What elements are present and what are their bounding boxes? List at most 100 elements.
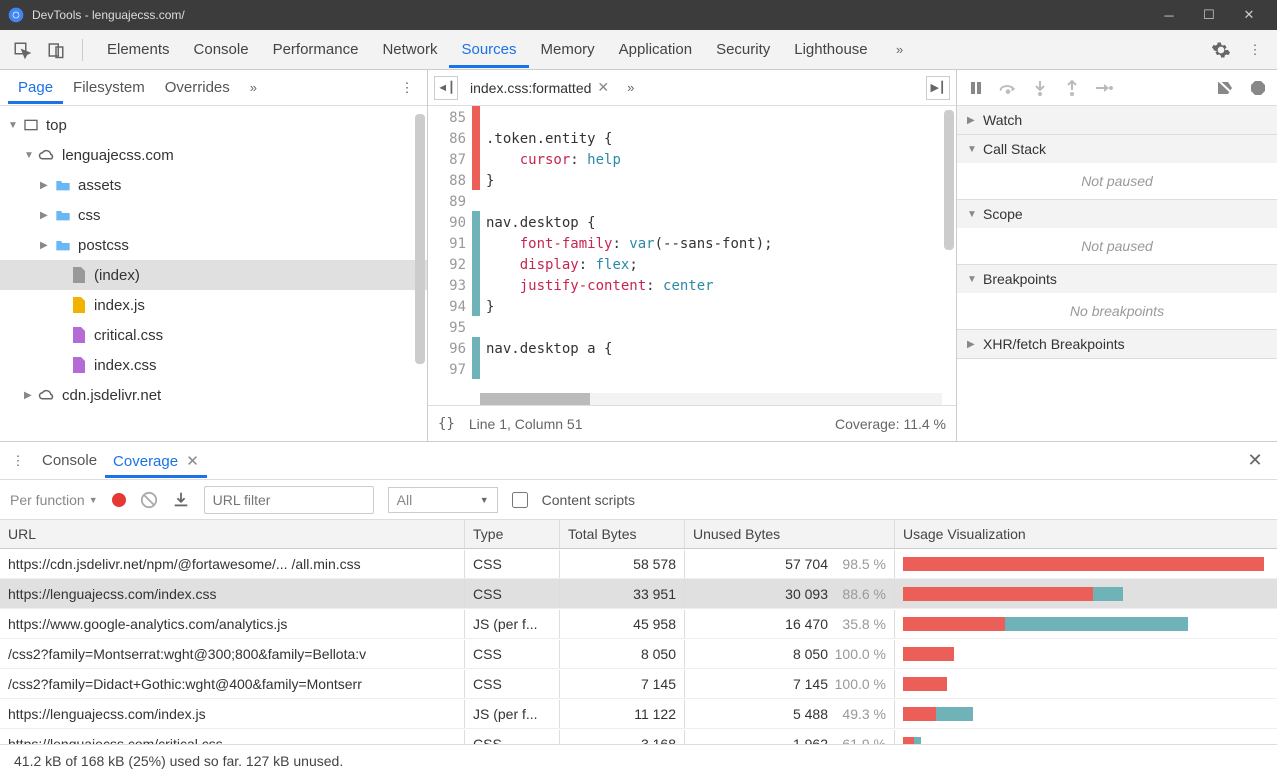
more-tabs-icon[interactable]: » (886, 36, 914, 64)
subtab-page[interactable]: Page (8, 71, 63, 104)
section-header[interactable]: ▼Scope (957, 200, 1277, 228)
step-icon[interactable] (1093, 77, 1115, 99)
chrome-icon (8, 7, 24, 23)
code-lines[interactable]: .token.entity { cursor: help} nav.deskto… (480, 106, 956, 405)
tree-domain[interactable]: ▼ lenguajecss.com (0, 140, 427, 170)
tab-elements[interactable]: Elements (95, 31, 182, 68)
tree-scrollbar[interactable] (415, 114, 425, 364)
device-toggle-icon[interactable] (42, 36, 70, 64)
pause-icon[interactable] (965, 77, 987, 99)
tree-file[interactable]: (index) (0, 260, 427, 290)
coverage-granularity-select[interactable]: Per function ▼ (10, 492, 98, 508)
close-icon[interactable]: ✕ (597, 79, 609, 96)
tree-file[interactable]: critical.css (0, 320, 427, 350)
cell-type: CSS (465, 670, 560, 698)
tab-application[interactable]: Application (607, 31, 704, 68)
tree-label: critical.css (94, 327, 163, 344)
cell-total: 58 578 (560, 550, 685, 578)
col-type[interactable]: Type (465, 520, 560, 548)
navigator-menu-icon[interactable]: ⋮ (395, 80, 419, 96)
tab-security[interactable]: Security (704, 31, 782, 68)
tree-folder[interactable]: ▶assets (0, 170, 427, 200)
section-header[interactable]: ▶Watch (957, 106, 1277, 134)
cell-viz (895, 551, 1277, 577)
more-editor-tabs-icon[interactable]: » (621, 80, 640, 95)
section-header[interactable]: ▼Breakpoints (957, 265, 1277, 293)
step-out-icon[interactable] (1061, 77, 1083, 99)
section-call-stack: ▼Call StackNot paused (957, 135, 1277, 200)
table-row[interactable]: https://cdn.jsdelivr.net/npm/@fortawesom… (0, 549, 1277, 579)
tab-console[interactable]: Console (182, 31, 261, 68)
maximize-button[interactable]: ☐ (1189, 0, 1229, 30)
col-unused[interactable]: Unused Bytes (685, 520, 895, 548)
nav-back-icon[interactable]: ◄┃ (434, 76, 458, 100)
editor-tab[interactable]: index.css:formatted ✕ (464, 75, 615, 100)
cell-type: JS (per f... (465, 610, 560, 638)
table-row[interactable]: https://lenguajecss.com/index.jsJS (per … (0, 699, 1277, 729)
step-into-icon[interactable] (1029, 77, 1051, 99)
url-filter-input[interactable] (204, 486, 374, 514)
tree-label: lenguajecss.com (62, 147, 174, 164)
subtab-filesystem[interactable]: Filesystem (63, 71, 155, 104)
table-row[interactable]: https://lenguajecss.com/critical.cssCSS3… (0, 729, 1277, 745)
table-row[interactable]: https://lenguajecss.com/index.cssCSS33 9… (0, 579, 1277, 609)
col-total[interactable]: Total Bytes (560, 520, 685, 548)
type-filter-select[interactable]: All ▼ (388, 487, 498, 513)
section-header[interactable]: ▶XHR/fetch Breakpoints (957, 330, 1277, 358)
close-button[interactable]: ✕ (1229, 0, 1269, 30)
tree-top[interactable]: ▼ top (0, 110, 427, 140)
pretty-print-icon[interactable]: {} (438, 416, 455, 432)
col-url[interactable]: URL (0, 520, 465, 548)
tab-performance[interactable]: Performance (261, 31, 371, 68)
coverage-summary: 41.2 kB of 168 kB (25%) used so far. 127… (0, 745, 1277, 777)
tab-network[interactable]: Network (370, 31, 449, 68)
table-row[interactable]: /css2?family=Montserrat:wght@300;800&fam… (0, 639, 1277, 669)
cell-url: https://lenguajecss.com/critical.css (0, 730, 465, 746)
tab-lighthouse[interactable]: Lighthouse (782, 31, 879, 68)
drawer-menu-icon[interactable]: ⋮ (8, 453, 28, 469)
code-vscrollbar[interactable] (944, 110, 954, 250)
section-body: No breakpoints (957, 293, 1277, 329)
coverage-table: URL Type Total Bytes Unused Bytes Usage … (0, 520, 1277, 745)
block-icon[interactable] (140, 491, 158, 509)
tree-folder[interactable]: ▶css (0, 200, 427, 230)
col-viz[interactable]: Usage Visualization (895, 520, 1277, 548)
subtab-overrides[interactable]: Overrides (155, 71, 240, 104)
cell-total: 33 951 (560, 580, 685, 608)
table-row[interactable]: /css2?family=Didact+Gothic:wght@400&fami… (0, 669, 1277, 699)
drawer-close-icon[interactable]: ✕ (1241, 450, 1269, 471)
file-tree[interactable]: ▼ top ▼ lenguajecss.com ▶assets▶css▶post… (0, 106, 427, 441)
pause-on-exceptions-icon[interactable] (1247, 77, 1269, 99)
editor-panel: ◄┃ index.css:formatted ✕ » ▶┃ 8586878889… (428, 70, 957, 441)
deactivate-breakpoints-icon[interactable] (1215, 77, 1237, 99)
tree-file[interactable]: index.css (0, 350, 427, 380)
more-subtabs-icon[interactable]: » (244, 80, 263, 95)
export-icon[interactable] (172, 491, 190, 509)
section-body: Not paused (957, 228, 1277, 264)
table-row[interactable]: https://www.google-analytics.com/analyti… (0, 609, 1277, 639)
minimize-button[interactable]: ─ (1149, 0, 1189, 30)
tab-sources[interactable]: Sources (449, 31, 528, 68)
content-scripts-checkbox[interactable] (512, 492, 528, 508)
code-hscrollbar[interactable] (480, 393, 942, 405)
inspect-icon[interactable] (8, 36, 36, 64)
section-header[interactable]: ▼Call Stack (957, 135, 1277, 163)
settings-icon[interactable] (1207, 36, 1235, 64)
close-icon[interactable]: ✕ (186, 453, 199, 470)
tab-memory[interactable]: Memory (529, 31, 607, 68)
drawer-tab-console[interactable]: Console (34, 444, 105, 478)
cell-unused: 16 47035.8 % (685, 610, 895, 638)
drawer-tab-coverage[interactable]: Coverage ✕ (105, 444, 207, 478)
nav-forward-icon[interactable]: ▶┃ (926, 76, 950, 100)
cell-unused: 57 70498.5 % (685, 550, 895, 578)
code-editor[interactable]: 85868788899091929394959697 .token.entity… (428, 106, 956, 405)
section-title: Watch (983, 112, 1022, 128)
tree-file[interactable]: index.js (0, 290, 427, 320)
record-button[interactable] (112, 493, 126, 507)
tree-folder[interactable]: ▶postcss (0, 230, 427, 260)
table-header[interactable]: URL Type Total Bytes Unused Bytes Usage … (0, 520, 1277, 549)
kebab-menu-icon[interactable]: ⋮ (1241, 36, 1269, 64)
cell-viz (895, 641, 1277, 667)
tree-cdn[interactable]: ▶ cdn.jsdelivr.net (0, 380, 427, 410)
step-over-icon[interactable] (997, 77, 1019, 99)
